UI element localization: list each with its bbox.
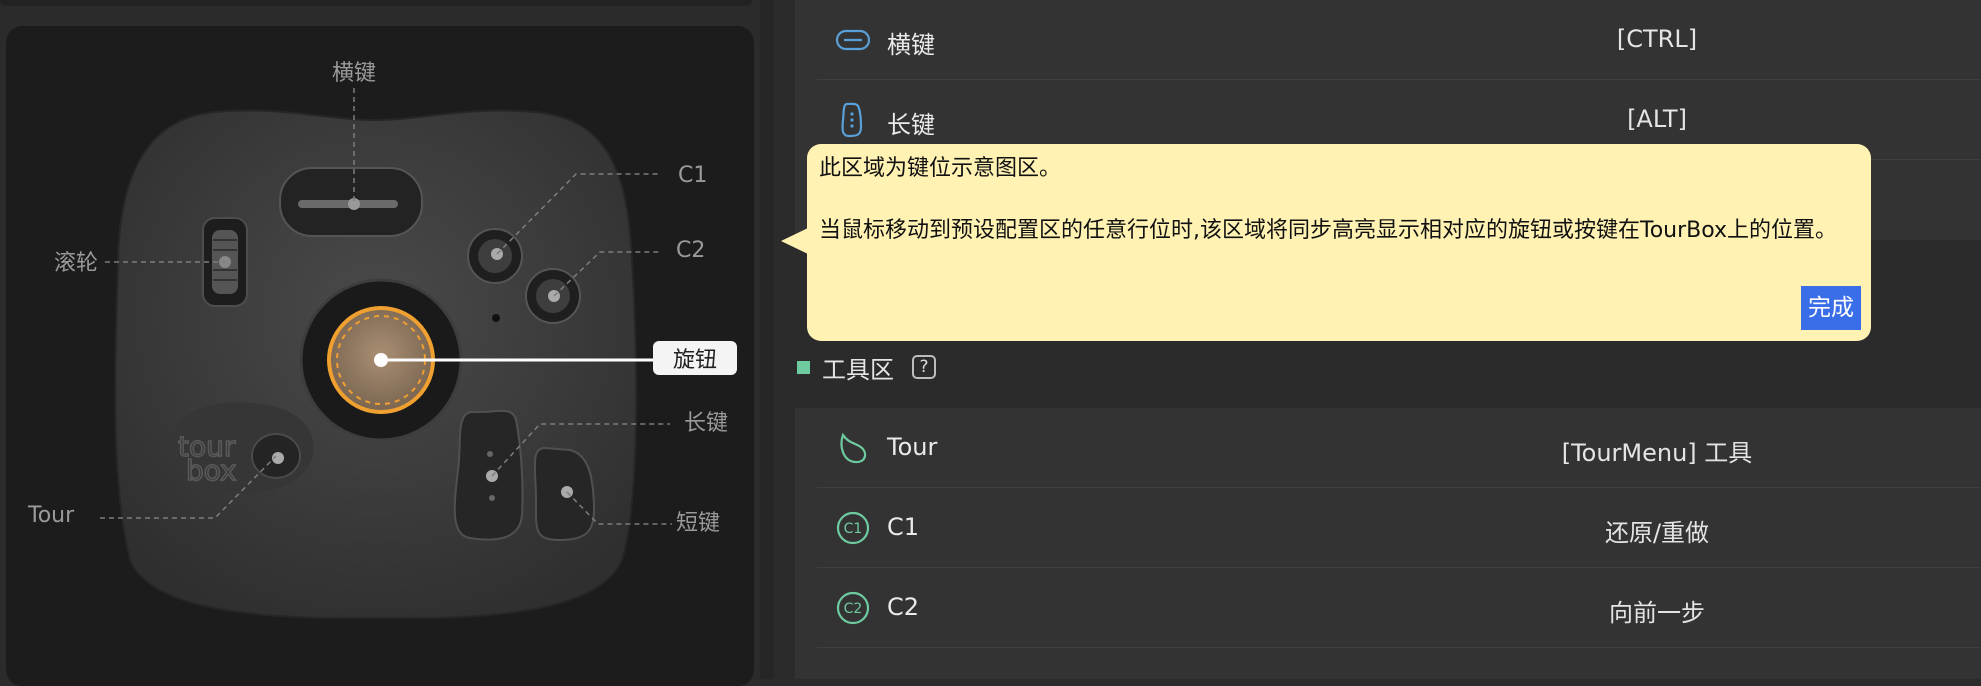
done-button[interactable]: 完成 (1801, 286, 1861, 330)
help-icon[interactable]: ? (912, 355, 936, 379)
tool-row-c1[interactable]: C1 C1 还原/重做 (817, 488, 1981, 568)
guide-tooltip: 此区域为键位示意图区。 当鼠标移动到预设配置区的任意行位时,该区域将同步高亮显示… (807, 144, 1871, 341)
row-value: 向前一步 (1609, 599, 1705, 627)
callout-c2: C2 (676, 238, 706, 263)
panel-divider (760, 0, 774, 679)
row-value: [TourMenu] 工具 (1561, 439, 1753, 467)
row-label: 横键 (887, 31, 935, 59)
tooltip-title: 此区域为键位示意图区。 (819, 156, 1062, 181)
row-label: Tour (887, 433, 938, 461)
callout-scroll: 滚轮 (54, 251, 99, 276)
svg-text:box: box (186, 454, 237, 487)
row-value: 还原/重做 (1604, 519, 1710, 547)
callout-tour: Tour (28, 503, 75, 528)
section-marker (797, 360, 810, 374)
side-button-icon (835, 29, 871, 51)
tool-row-c2[interactable]: C2 C2 向前一步 (817, 568, 1981, 648)
row-label: C1 (887, 513, 920, 541)
tools-section: Tour [TourMenu] 工具 C1 C1 还原/重做 C2 C2 向前一… (795, 408, 1981, 679)
c2-icon: C2 (836, 591, 870, 625)
tool-row-tour[interactable]: Tour [TourMenu] 工具 (817, 408, 1981, 488)
callout-c1: C1 (678, 163, 708, 188)
tools-section-title: 工具区 (822, 355, 894, 384)
tooltip-body: 当鼠标移动到预设配置区的任意行位时,该区域将同步高亮显示相对应的旋钮或按键在To… (819, 218, 1838, 243)
svg-text:C1: C1 (844, 521, 863, 537)
callout-tall-button: 长键 (684, 411, 729, 436)
callout-short-button: 短键 (676, 511, 721, 536)
tourbox-device-diagram: tour box (100, 88, 672, 620)
tooltip-arrow (781, 228, 808, 254)
callout-knob: 旋钮 (653, 341, 737, 375)
callout-side-button: 横键 (332, 61, 377, 86)
tour-icon (840, 432, 867, 464)
row-label: 长键 (887, 111, 935, 139)
row-value: [ALT] (1627, 105, 1687, 133)
row-label: C2 (887, 593, 920, 621)
config-row-side-button[interactable]: 横键 [CTRL] (817, 0, 1981, 80)
svg-text:C2: C2 (844, 601, 863, 617)
tall-button-icon (841, 102, 863, 138)
row-value: [CTRL] (1616, 25, 1698, 53)
c1-icon: C1 (836, 511, 870, 545)
tools-section-header: 工具区 ? (797, 350, 936, 384)
